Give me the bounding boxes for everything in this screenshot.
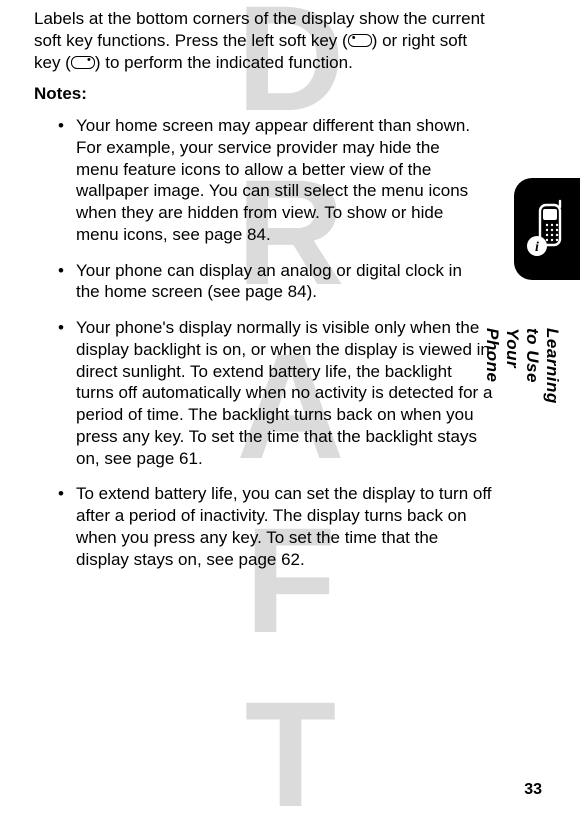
phone-info-icon: i bbox=[524, 199, 570, 259]
svg-text:i: i bbox=[535, 240, 539, 255]
tab-shape: i bbox=[514, 178, 580, 280]
intro-paragraph: Labels at the bottom corners of the disp… bbox=[34, 8, 494, 73]
notes-heading: Notes: bbox=[34, 83, 494, 105]
note-text: Your phone's display normally is visible… bbox=[76, 318, 492, 468]
notes-list: Your home screen may appear different th… bbox=[34, 115, 494, 570]
list-item: To extend battery life, you can set the … bbox=[58, 483, 494, 570]
page-number: 33 bbox=[524, 781, 542, 799]
page: Labels at the bottom corners of the disp… bbox=[0, 0, 580, 817]
list-item: Your home screen may appear different th… bbox=[58, 115, 494, 246]
note-text: Your phone can display an analog or digi… bbox=[76, 260, 486, 304]
left-softkey-icon bbox=[348, 34, 372, 47]
section-side-label: Learning to Use Your Phone bbox=[482, 328, 562, 404]
side-tab: i Learning to Use Your Phone bbox=[510, 178, 580, 280]
main-content: Labels at the bottom corners of the disp… bbox=[34, 0, 494, 570]
right-softkey-icon bbox=[71, 56, 95, 69]
note-text: Your home screen may appear different th… bbox=[76, 115, 486, 246]
list-item: Your phone can display an analog or digi… bbox=[58, 260, 494, 304]
list-item: Your phone's display normally is visible… bbox=[58, 317, 494, 469]
note-text: To extend battery life, you can set the … bbox=[76, 484, 492, 568]
intro-text-c: ) to perform the indicated function. bbox=[95, 53, 353, 72]
